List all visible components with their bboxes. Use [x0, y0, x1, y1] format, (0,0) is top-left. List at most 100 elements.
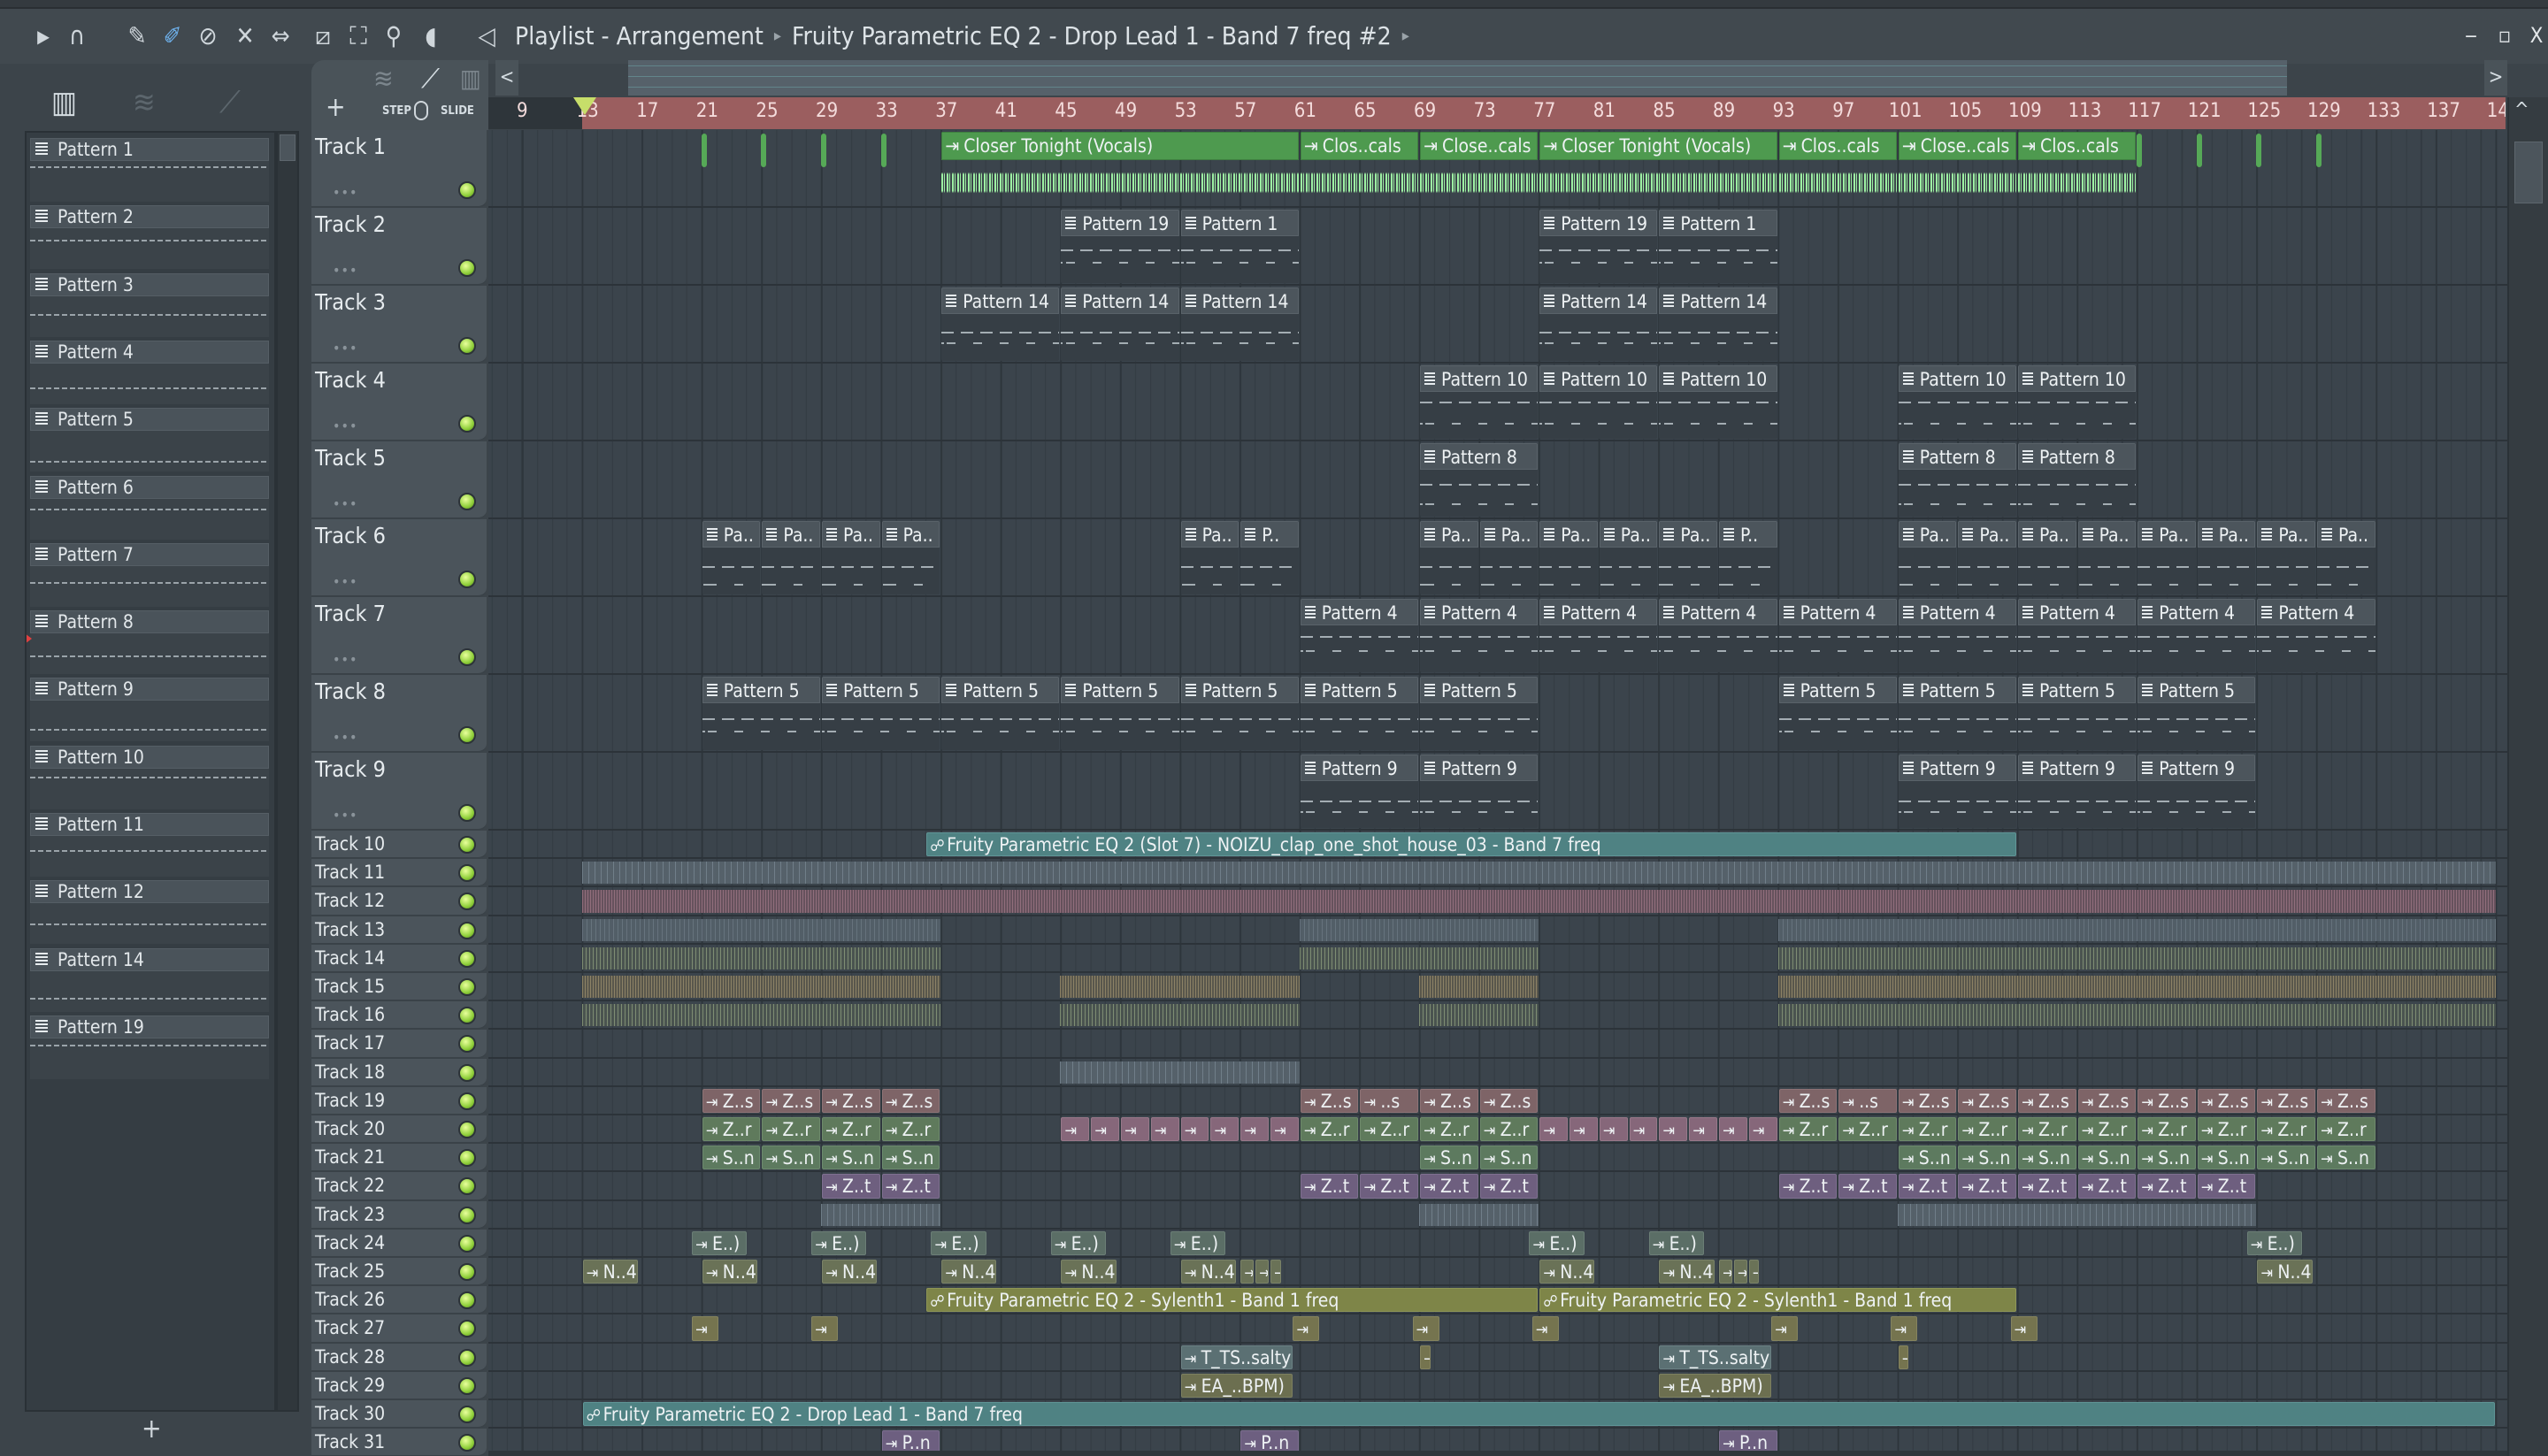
audio-clip[interactable]: ⇥ Z..r — [2197, 1117, 2256, 1142]
slice-icon[interactable]: ⧄ — [310, 21, 336, 51]
pattern-item-header[interactable]: Pattern 14 — [30, 947, 269, 971]
audio-clip[interactable]: ⇥ S..n — [1898, 1146, 1957, 1170]
audio-clip[interactable]: ⇥ — [1121, 1117, 1149, 1142]
audio-clip[interactable]: ⇥ Z..r — [1420, 1117, 1478, 1142]
track-mute-led[interactable] — [458, 1035, 476, 1054]
maximize-button[interactable]: ▫ — [2491, 23, 2518, 50]
close-button[interactable]: X — [2523, 23, 2548, 50]
audio-clip[interactable]: ⇥ S..n — [762, 1146, 820, 1170]
audio-clip[interactable]: ⇥ Z..s — [1479, 1088, 1539, 1113]
track-header[interactable]: Track 1 ••• — [311, 130, 487, 208]
audio-clip[interactable] — [2256, 134, 2262, 167]
clip-header[interactable]: Pattern 10 — [1659, 365, 1777, 392]
audio-clip[interactable]: ⇥ T_TS..salty — [1659, 1345, 1771, 1369]
audio-clip[interactable]: ⇥ S..n — [2257, 1146, 2315, 1170]
track-header[interactable]: Track 16 — [311, 1001, 487, 1031]
audio-clip[interactable]: ⇥ S..n — [2077, 1146, 2137, 1170]
audio-clip[interactable]: ⇥ — [1689, 1117, 1717, 1142]
audio-clip[interactable]: ⇥ Z..t — [2077, 1174, 2137, 1199]
audio-clip[interactable]: ⇥ Z..t — [881, 1174, 940, 1199]
audio-clip[interactable]: ⇥ — [1420, 1345, 1431, 1369]
audio-clip[interactable]: ⇥ Z..s — [1898, 1088, 1957, 1113]
pattern-clip[interactable]: Pattern 10 — [1420, 365, 1539, 439]
audio-clip[interactable]: ⇥ — [1599, 1117, 1628, 1142]
track-lane[interactable]: ⇥ EA_..BPM) ⇥ EA_..BPM) — [488, 1372, 2507, 1400]
track-lane[interactable]: ⇥N..4⇥N..4⇥N..4⇥N..4⇥N..4⇥N..4⇥⇥⇥⇥N..4⇥N… — [488, 1258, 2507, 1287]
audio-clip[interactable]: ⇥ Z..s — [702, 1088, 761, 1113]
track-mute-led[interactable] — [458, 921, 476, 939]
breadcrumb-item[interactable]: Fruity Parametric EQ 2 - Drop Lead 1 - B… — [792, 19, 1392, 53]
pattern-clip[interactable]: Pattern 5 — [1420, 677, 1539, 750]
picker-scrollbar[interactable] — [276, 131, 299, 1412]
audio-clip[interactable]: ⇥ Z..s — [762, 1088, 820, 1113]
track-lane[interactable]: Pattern 10 Pattern 10 Pattern 10 Pattern 10… — [488, 364, 2507, 441]
pattern-clip[interactable]: Pa.. — [2018, 521, 2076, 594]
track-lane[interactable]: ⇥ E..) ⇥ E..) ⇥ E..) ⇥ E..) ⇥ E..) ⇥ E..) ⇥ E..) ⇥ E..) — [488, 1230, 2507, 1258]
audio-clip[interactable]: ⇥ — [1771, 1316, 1799, 1341]
breadcrumb-item[interactable]: Playlist - Arrangement — [515, 19, 764, 53]
audio-clip[interactable]: ⇥ — [1629, 1117, 1658, 1142]
audio-clip[interactable]: ⇥ — [1719, 1260, 1732, 1284]
audio-clip[interactable]: ⇥ Z..t — [1360, 1174, 1418, 1199]
pattern-clip[interactable]: Pattern 14 — [1061, 287, 1179, 361]
clip-header[interactable]: Pa.. — [2317, 521, 2375, 548]
pattern-item-header[interactable]: Pattern 1 — [30, 138, 269, 161]
audio-clip[interactable]: ⇥ Z..r — [1360, 1117, 1418, 1142]
track-mute-led[interactable] — [458, 337, 476, 355]
track-header[interactable]: Track 26 — [311, 1286, 487, 1315]
audio-clip[interactable]: ⇥ Z..s — [1420, 1088, 1478, 1113]
audio-clip[interactable] — [821, 134, 826, 167]
audio-slices[interactable] — [581, 862, 2496, 885]
clip-header[interactable]: Pa.. — [822, 521, 880, 548]
clip-header[interactable]: Pattern 5 — [1300, 677, 1418, 703]
pattern-clip[interactable]: P.. — [1719, 521, 1777, 594]
audio-clip[interactable]: ⇥ Z..r — [2018, 1117, 2076, 1142]
audio-clip[interactable]: ⇥ Z..t — [1778, 1174, 1838, 1199]
step-toggle-switch[interactable] — [414, 101, 428, 120]
track-lane[interactable]: Pattern 9 Pattern 9 Pattern 9 Pattern 9 Patt… — [488, 753, 2507, 831]
add-track-button[interactable]: + — [326, 92, 346, 123]
slide-toggle[interactable]: SLIDE — [441, 104, 474, 118]
audio-clip[interactable]: ⇥ T_TS..salty — [1180, 1345, 1293, 1369]
pattern-clip[interactable]: Pa.. — [1599, 521, 1658, 594]
pattern-clip[interactable]: Pattern 4 — [1778, 599, 1897, 672]
pattern-item-header[interactable]: Pattern 3 — [30, 272, 269, 296]
automation-clip[interactable]: ☍ Fruity Parametric EQ 2 - Drop Lead 1 - … — [582, 1402, 2495, 1427]
pattern-clip[interactable]: Pattern 10 — [2018, 365, 2137, 439]
speaker-icon[interactable]: ◁ — [473, 21, 500, 51]
audio-clip[interactable] — [2316, 134, 2322, 167]
pattern-clip[interactable]: Pattern 19 — [1061, 210, 1179, 283]
track-lane[interactable]: ⇥ P..n ⇥ P..n ⇥ P..n — [488, 1429, 2507, 1451]
audio-slices[interactable] — [821, 1203, 941, 1226]
track-lane[interactable]: ☍ Fruity Parametric EQ 2 - Drop Lead 1 - … — [488, 1400, 2507, 1429]
audio-clip[interactable]: ⇥ E..) — [1648, 1230, 1704, 1255]
audio-clip[interactable]: ⇥ — [1240, 1260, 1255, 1284]
track-mute-led[interactable] — [458, 1348, 476, 1367]
pattern-clip[interactable]: Pattern 14 — [1539, 287, 1658, 361]
clip-header[interactable]: Pa.. — [1479, 521, 1539, 548]
audio-clip[interactable] — [701, 134, 707, 167]
track-menu-dots[interactable]: ••• — [333, 262, 357, 279]
track-header[interactable]: Track 29 — [311, 1371, 487, 1400]
audio-clip[interactable]: ⇥ Z..r — [702, 1117, 761, 1142]
track-mute-led[interactable] — [458, 1434, 476, 1452]
play-arrow-icon[interactable]: ▶ — [30, 21, 57, 51]
clip-header[interactable]: Pattern 4 — [1300, 599, 1418, 625]
clip-header[interactable]: Pa.. — [2018, 521, 2076, 548]
pattern-clip[interactable]: Pattern 5 — [1778, 677, 1897, 750]
clip-header[interactable]: Pattern 5 — [1061, 677, 1179, 703]
audio-clip[interactable]: ⇥ S..n — [881, 1146, 940, 1170]
track-header[interactable]: Track 25 — [311, 1258, 487, 1287]
audio-clip[interactable]: ⇥ N..4 — [1539, 1260, 1595, 1284]
audio-clip[interactable] — [2196, 134, 2202, 167]
pattern-clip[interactable]: Pattern 9 — [2018, 755, 2137, 828]
clip-header[interactable]: P.. — [1240, 521, 1299, 548]
pattern-clip[interactable]: Pattern 5 — [2018, 677, 2137, 750]
audio-clip[interactable]: ⇥ Z..r — [1898, 1117, 1957, 1142]
audio-clip[interactable]: ⇥ — [1240, 1117, 1269, 1142]
track-mute-led[interactable] — [458, 1177, 476, 1196]
track-header[interactable]: Track 9 ••• — [311, 753, 487, 831]
audio-clip[interactable]: ⇥ — [1748, 1117, 1777, 1142]
paint-brush-icon[interactable]: ✐ — [159, 21, 186, 51]
audio-slices[interactable] — [1897, 1203, 2257, 1226]
